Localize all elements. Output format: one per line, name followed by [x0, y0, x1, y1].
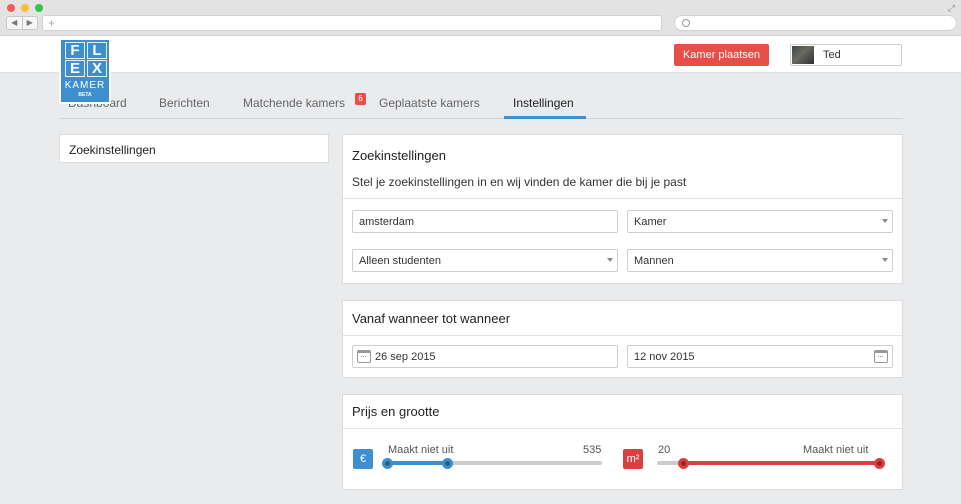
logo-letter: E: [65, 60, 85, 77]
size-max-handle[interactable]: [873, 457, 885, 469]
logo-beta-text: BETA: [78, 92, 92, 98]
user-name: Ted: [823, 49, 841, 61]
city-input[interactable]: amsterdam: [352, 210, 618, 233]
city-value: amsterdam: [359, 216, 415, 228]
card-title: Vanaf wanneer tot wanneer: [352, 311, 511, 326]
start-date-input[interactable]: 26 sep 2015: [352, 345, 618, 368]
browser-chrome: ◀ ▶ + ⤢: [0, 0, 961, 36]
address-bar[interactable]: +: [42, 15, 662, 31]
flexkamer-logo[interactable]: F L E X KAMER BETA: [59, 38, 111, 104]
back-icon[interactable]: ◀: [7, 17, 22, 29]
tab-bar: Dashboard Berichten Matchende kamers Gep…: [59, 88, 903, 119]
date-range-card: Vanaf wanneer tot wanneer 26 sep 2015 12…: [342, 300, 903, 378]
active-tab-indicator: [504, 116, 586, 119]
euro-icon: €: [353, 449, 373, 469]
browser-nav-buttons: ◀ ▶: [6, 16, 38, 30]
sidebar-item-zoekinstellingen[interactable]: Zoekinstellingen: [59, 134, 329, 163]
tab-matchende-kamers[interactable]: Matchende kamers: [243, 96, 345, 110]
card-title: Zoekinstellingen: [352, 148, 446, 163]
tenant-select[interactable]: Alleen studenten: [352, 249, 618, 272]
room-type-select[interactable]: Kamer: [627, 210, 893, 233]
chevron-down-icon: [882, 219, 888, 223]
size-max-label: Maakt niet uit: [803, 444, 869, 456]
maximize-window-button[interactable]: [35, 4, 43, 12]
price-min-handle[interactable]: [381, 457, 393, 469]
card-subtitle: Stel je zoekinstellingen in en wij vinde…: [352, 175, 687, 189]
browser-search-bar[interactable]: [674, 15, 957, 31]
user-menu[interactable]: Ted: [790, 44, 902, 66]
tab-berichten[interactable]: Berichten: [159, 96, 210, 110]
room-type-value: Kamer: [634, 216, 667, 228]
card-title: Prijs en grootte: [352, 404, 440, 419]
fullscreen-icon[interactable]: ⤢: [948, 3, 955, 14]
price-slider[interactable]: [381, 457, 602, 469]
price-max-label: 535: [583, 444, 602, 456]
size-min-label: 20: [658, 444, 671, 456]
divider: [343, 428, 902, 429]
logo-letter: F: [65, 42, 85, 59]
new-tab-icon[interactable]: +: [48, 16, 55, 30]
size-min-handle[interactable]: [678, 457, 690, 469]
size-slider-fill: [683, 461, 879, 465]
matches-count-badge: 6: [355, 93, 366, 105]
calendar-icon: [357, 350, 371, 363]
search-settings-card: Zoekinstellingen Stel je zoekinstellinge…: [342, 134, 903, 284]
tab-geplaatste-kamers[interactable]: Geplaatste kamers: [379, 96, 480, 110]
chevron-down-icon: [607, 258, 613, 262]
minimize-window-button[interactable]: [21, 4, 29, 12]
sidebar-item-label: Zoekinstellingen: [69, 143, 156, 157]
divider: [343, 198, 902, 199]
tab-instellingen[interactable]: Instellingen: [513, 96, 574, 110]
size-slider[interactable]: [657, 457, 885, 469]
logo-letter: L: [87, 42, 107, 59]
price-max-handle[interactable]: [441, 457, 453, 469]
end-date-input[interactable]: 12 nov 2015: [627, 345, 893, 368]
price-size-card: Prijs en grootte € Maakt niet uit 535 m²…: [342, 394, 903, 490]
forward-icon[interactable]: ▶: [21, 17, 38, 29]
logo-kamer-text: KAMER: [64, 80, 106, 91]
calendar-icon[interactable]: [874, 350, 888, 363]
price-slider-fill: [387, 461, 448, 465]
end-date-value: 12 nov 2015: [634, 351, 695, 363]
gender-value: Mannen: [634, 255, 674, 267]
logo-letter: X: [87, 60, 107, 77]
square-meter-icon: m²: [623, 449, 643, 469]
gender-select[interactable]: Mannen: [627, 249, 893, 272]
chevron-down-icon: [882, 258, 888, 262]
price-min-label: Maakt niet uit: [388, 444, 454, 456]
window-controls: [7, 4, 43, 12]
search-icon: [682, 19, 690, 27]
close-window-button[interactable]: [7, 4, 15, 12]
start-date-value: 26 sep 2015: [375, 351, 436, 363]
tenant-value: Alleen studenten: [359, 255, 441, 267]
divider: [343, 335, 902, 336]
place-room-button[interactable]: Kamer plaatsen: [674, 44, 769, 66]
avatar: [792, 46, 814, 64]
